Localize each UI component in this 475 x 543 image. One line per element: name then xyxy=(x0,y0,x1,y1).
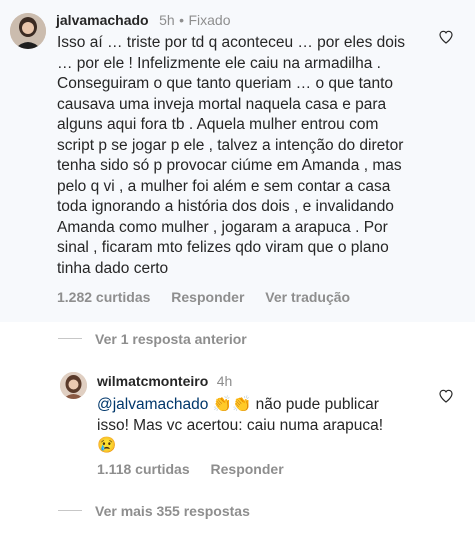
likes-count[interactable]: 1.282 curtidas xyxy=(57,289,150,305)
reply-text-line2: isso! Mas vc acertou: caiu numa arapuca! xyxy=(97,416,384,434)
more-replies-divider xyxy=(58,510,82,511)
comment-time: 5h xyxy=(159,12,175,28)
reply-actions: 1.118 curtidas Responder xyxy=(97,461,301,477)
view-more-replies[interactable]: Ver mais 355 respostas xyxy=(95,503,250,519)
pinned-label: Fixado xyxy=(188,12,231,28)
reply-text: @jalvamachado 👏👏 não pude publicar isso!… xyxy=(97,395,427,457)
comment-actions: 1.282 curtidas Responder Ver tradução xyxy=(57,289,367,305)
reply-button[interactable]: Responder xyxy=(171,289,244,305)
crying-emoji: 😢 xyxy=(97,437,117,454)
reply-text-line1: não pude publicar xyxy=(255,396,379,413)
reply-avatar[interactable] xyxy=(60,372,87,399)
reply-time: 4h xyxy=(216,373,233,389)
separator-dot: • xyxy=(179,12,184,28)
replies-divider xyxy=(58,338,82,339)
reply-mention[interactable]: @jalvamachado xyxy=(97,396,208,413)
reply-heart-outline-icon[interactable] xyxy=(438,388,454,404)
comment-text: Isso aí … triste por td q aconteceu … po… xyxy=(57,34,406,277)
reply-likes-count[interactable]: 1.118 curtidas xyxy=(97,461,190,477)
comment-header: jalvamachado 5h • Fixado xyxy=(56,12,230,30)
translate-button[interactable]: Ver tradução xyxy=(265,289,350,305)
avatar[interactable] xyxy=(10,13,46,49)
reply-reply-button[interactable]: Responder xyxy=(211,461,284,477)
reply-header: wilmatcmonteiro 4h xyxy=(97,373,232,391)
comment-username[interactable]: jalvamachado xyxy=(56,12,149,28)
avatar-image xyxy=(10,13,46,49)
clap-emoji: 👏👏 xyxy=(212,396,252,413)
view-previous-replies[interactable]: Ver 1 resposta anterior xyxy=(95,331,247,347)
reply-avatar-image xyxy=(60,372,87,399)
reply-username[interactable]: wilmatcmonteiro xyxy=(97,373,208,389)
heart-outline-icon[interactable] xyxy=(438,29,454,45)
